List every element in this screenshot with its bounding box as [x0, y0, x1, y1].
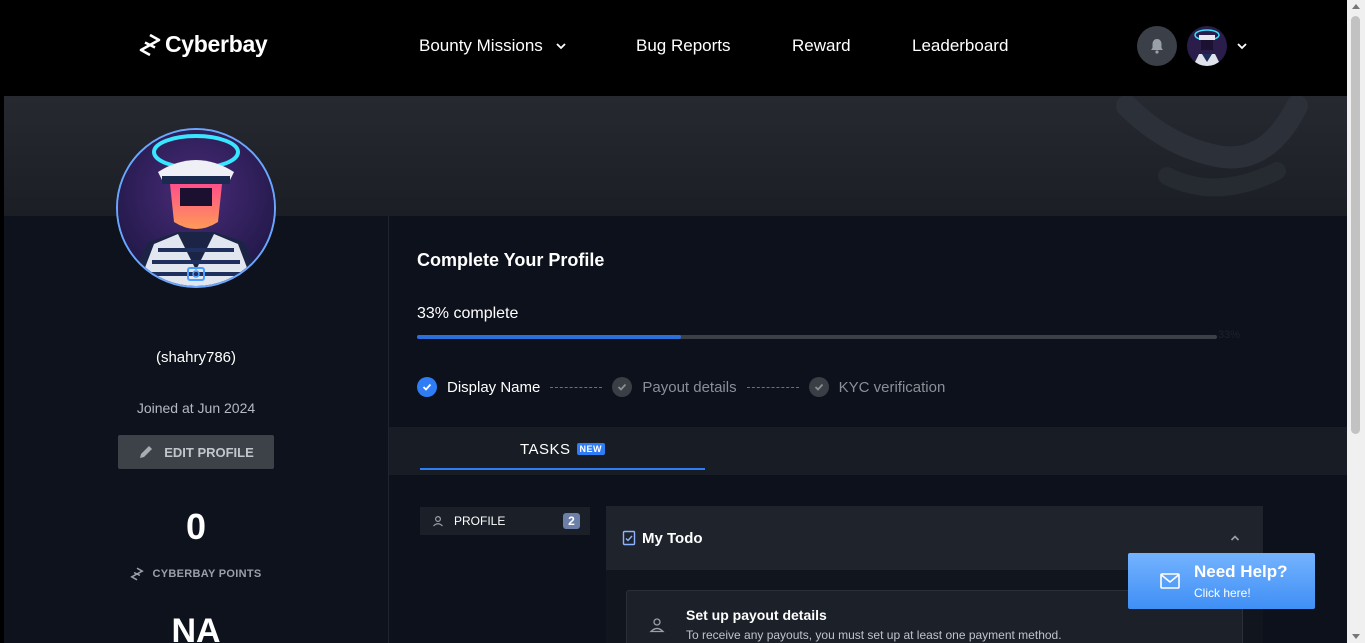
- scroll-down-arrow-icon[interactable]: [1352, 634, 1360, 639]
- help-title: Need Help?: [1194, 562, 1288, 581]
- check-circle-icon: [808, 377, 829, 397]
- notifications-button[interactable]: [1137, 26, 1177, 66]
- points-label-row: CYBERBAY POINTS: [4, 567, 388, 581]
- step-label: KYC verification: [838, 378, 946, 396]
- need-help-button[interactable]: Need Help? Click here!: [1128, 553, 1315, 609]
- task-title: Set up payout details: [686, 607, 827, 623]
- profile-steps: Display Name Payout details KYC verifica…: [417, 377, 945, 397]
- step-label: Display Name: [447, 378, 541, 396]
- nav-leaderboard[interactable]: Leaderboard: [912, 36, 1008, 56]
- page-scrollbar[interactable]: [1347, 0, 1365, 643]
- bell-icon: [1151, 39, 1163, 54]
- brand-name: Cyberbay: [165, 31, 268, 57]
- task-description: To receive any payouts, you must set up …: [686, 628, 1062, 642]
- help-subtitle: Click here!: [1194, 586, 1251, 600]
- user-icon: [433, 515, 443, 527]
- window-frame: [0, 0, 4, 643]
- nav-label: Bounty Missions: [419, 36, 543, 55]
- check-circle-icon: [417, 377, 437, 397]
- mail-icon: [1160, 573, 1180, 589]
- profile-joined-date: Joined at Jun 2024: [136, 400, 256, 416]
- progress-bar: [417, 335, 1217, 339]
- checklist-icon: [622, 530, 636, 546]
- avatar-image: [1187, 26, 1227, 66]
- step-kyc-verification: KYC verification: [808, 377, 946, 397]
- category-label: PROFILE: [454, 514, 506, 528]
- progress-text: 33% complete: [417, 305, 519, 322]
- nav-label: Bug Reports: [636, 36, 731, 55]
- step-display-name: Display Name: [417, 377, 540, 397]
- active-tab-indicator: [420, 468, 705, 470]
- progress-bar-fill: [417, 335, 681, 339]
- check-circle-icon: [612, 377, 633, 397]
- rank-value: NA: [171, 612, 221, 643]
- tab-tasks[interactable]: TASKS NEW: [420, 427, 705, 471]
- avatar-image: [118, 130, 274, 286]
- step-label: Payout details: [642, 378, 737, 396]
- step-connector: [746, 386, 799, 388]
- tasks-tab-bar: TASKS NEW: [389, 427, 1347, 475]
- progress-end-label: 33%: [1218, 329, 1241, 341]
- nav-reward[interactable]: Reward: [792, 36, 851, 56]
- cyberbay-logo-icon: [139, 33, 161, 56]
- top-navbar: Cyberbay Bounty Missions Bug Reports Rew…: [4, 0, 1347, 96]
- points-value: 0: [185, 506, 207, 547]
- user-avatar-menu[interactable]: [1187, 26, 1227, 66]
- new-badge: NEW: [576, 443, 606, 455]
- chevron-down-icon: [556, 43, 566, 50]
- scroll-thumb[interactable]: [1351, 16, 1360, 434]
- nav-label: Leaderboard: [912, 36, 1009, 55]
- step-payout-details: Payout details: [612, 377, 737, 397]
- cyberbay-logo-icon: [130, 567, 145, 581]
- pencil-icon: [140, 446, 153, 458]
- category-count-badge: 2: [563, 513, 580, 529]
- complete-profile-title: Complete Your Profile: [417, 250, 605, 270]
- chevron-down-icon[interactable]: [1235, 39, 1249, 53]
- nav-label: Reward: [792, 36, 851, 55]
- cyberbay-watermark-icon: [1116, 96, 1308, 197]
- todo-title: My Todo: [642, 529, 703, 547]
- scroll-up-arrow-icon[interactable]: [1352, 4, 1360, 9]
- task-category-profile[interactable]: PROFILE 2: [420, 507, 590, 535]
- brand-logo[interactable]: Cyberbay: [138, 31, 268, 58]
- profile-username: (shahry786): [155, 349, 237, 366]
- step-connector: [550, 386, 603, 388]
- nav-bug-reports[interactable]: Bug Reports: [636, 36, 731, 56]
- tab-label: TASKS: [519, 440, 571, 458]
- edit-profile-button[interactable]: EDIT PROFILE: [118, 435, 274, 469]
- points-label: CYBERBAY POINTS: [152, 568, 262, 580]
- nav-bounty-missions[interactable]: Bounty Missions: [419, 36, 567, 56]
- chevron-up-icon[interactable]: [1229, 532, 1241, 544]
- edit-profile-label: EDIT PROFILE: [164, 444, 254, 460]
- user-icon: [649, 618, 665, 633]
- profile-avatar[interactable]: [116, 128, 276, 288]
